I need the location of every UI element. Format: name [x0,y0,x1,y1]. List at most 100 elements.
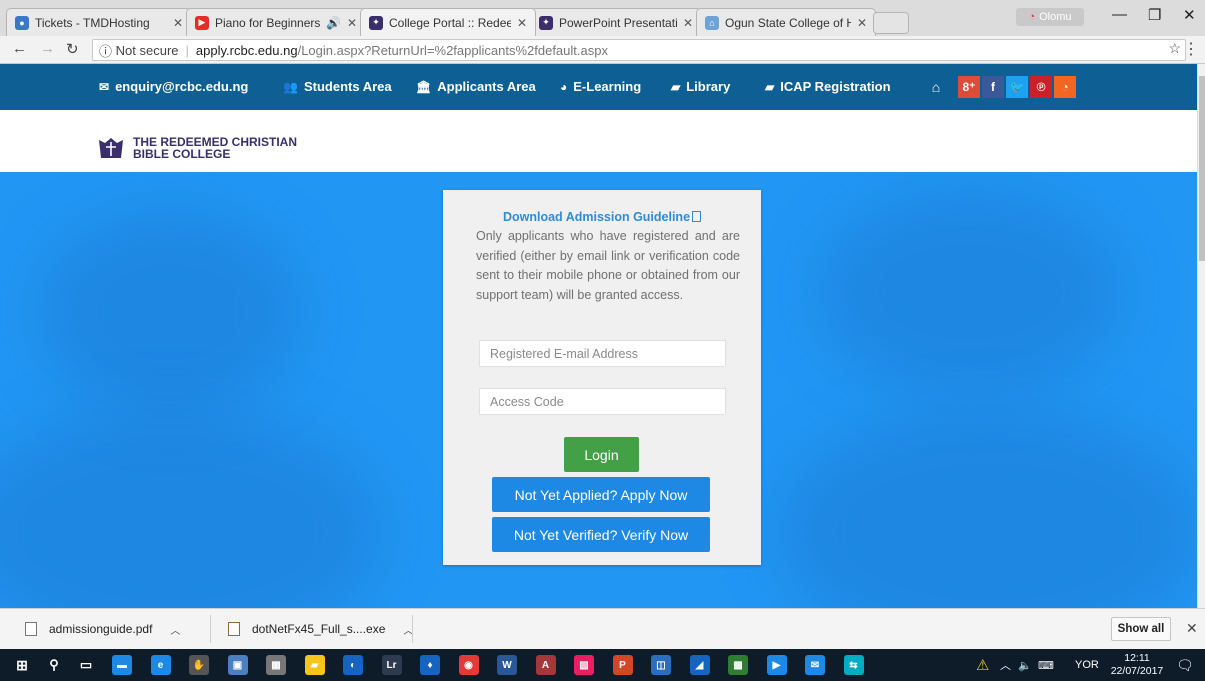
tab-label: PowerPoint Presentation [559,15,677,30]
address-toolbar: ← → ↻ ⓘ Not secure | apply.rcbc.edu.ng /… [0,36,1205,64]
language-indicator[interactable]: YOR [1075,649,1099,681]
close-tab-icon[interactable]: ✕ [517,16,527,30]
touch-icon[interactable]: ✋ [189,655,209,675]
download-item-pdf[interactable]: admissionguide.pdf ︿ [25,609,180,649]
users-icon: 👥 [283,79,298,94]
warning-icon[interactable]: ⚠ [976,649,989,681]
tab-tickets[interactable]: ● Tickets - TMDHosting ✕ [6,8,192,36]
close-tab-icon[interactable]: ✕ [683,16,693,30]
url-bar[interactable]: ⓘ Not secure | apply.rcbc.edu.ng /Login.… [92,39,1186,61]
search-icon[interactable]: ⚲ [44,655,64,675]
calculator-icon[interactable]: ▦ [266,655,286,675]
tab-label: Piano for Beginners, L [215,15,320,30]
restore-icon[interactable]: ❐ [1148,6,1161,24]
bookmark-star-icon[interactable]: ☆ [1168,40,1181,57]
college-favicon-icon: ✦ [539,15,553,30]
mail-icon[interactable]: ✉ [805,655,825,675]
powerpoint-icon[interactable]: P [612,655,633,675]
tab-label: Tickets - TMDHosting [35,15,150,30]
chrome-menu-icon[interactable]: ⋮ [1183,39,1199,59]
nav-label: E-Learning [573,79,642,94]
app-icon[interactable]: ▩ [728,655,748,675]
globe-icon: ◕ [560,79,568,94]
college-logo-icon[interactable] [98,136,124,160]
lightroom-icon[interactable]: Lr [381,655,402,675]
new-tab-button[interactable] [873,12,909,34]
page-scrollbar[interactable] [1197,64,1205,608]
login-button[interactable]: Login [564,437,639,472]
home-icon[interactable]: ⌂ [925,76,947,98]
info-icon[interactable]: ⓘ [99,41,112,60]
minimize-icon[interactable]: — [1112,6,1127,23]
media-icon[interactable]: ▶ [766,655,787,675]
twitter-icon[interactable]: 🐦 [1006,76,1028,98]
outlook-icon[interactable]: ◫ [651,655,671,675]
app-icon[interactable]: ▧ [574,655,594,675]
close-shelf-icon[interactable]: ✕ [1186,620,1198,637]
file-explorer-icon[interactable]: ▬ [112,655,132,675]
nav-e-learning[interactable]: ◕ E-Learning [560,79,641,94]
download-guideline-link[interactable]: Download Admission Guideline [443,210,761,224]
nav-icap-registration[interactable]: ▰ ICAP Registration [765,79,891,94]
tab-piano[interactable]: ▶ Piano for Beginners, L 🔊 ✕ [186,8,366,36]
download-filename: admissionguide.pdf [49,622,153,636]
reload-icon[interactable]: ↻ [66,40,79,58]
edge-icon[interactable]: e [150,655,171,675]
download-item-exe[interactable]: dotNetFx45_Full_s....exe ︿ [228,609,413,649]
audio-icon[interactable]: 🔊 [326,16,341,30]
app-icon[interactable]: ◐ [343,655,363,675]
apply-now-button[interactable]: Not Yet Applied? Apply Now [492,477,710,512]
app-icon[interactable]: ♦ [420,655,440,675]
forward-arrow-icon[interactable]: → [40,40,55,57]
chevron-up-icon[interactable]: ︿ [1000,649,1011,681]
chevron-up-icon[interactable]: ︿ [170,622,180,637]
windows-taskbar: ⊞ ⚲ ▭ ▬ e ✋ ▣ ▦ ▰ ◐ Lr ♦ ◉ W A ▧ P ◫ ◢ ▩ ▶ ✉ ⇆ ⚠ ︿ 🔈 ⌨ YOR … [0,649,1205,681]
nav-label: ICAP Registration [780,79,891,94]
chrome-icon[interactable]: ◉ [458,655,479,675]
facebook-icon[interactable]: f [982,76,1004,98]
google-plus-icon[interactable]: 8⁺ [958,76,980,98]
show-all-button[interactable]: Show all [1111,617,1171,641]
word-icon[interactable]: W [497,655,517,675]
download-filename: dotNetFx45_Full_s....exe [252,622,386,636]
site-top-nav: ✉ enquiry@rcbc.edu.ng 👥 Students Area 🏛 … [0,64,1197,110]
verify-now-button[interactable]: Not Yet Verified? Verify Now [492,517,710,552]
sticky-notes-icon[interactable]: ▰ [304,655,325,675]
nav-applicants-area[interactable]: 🏛 Applicants Area [416,79,536,94]
tab-ogun-state[interactable]: ⌂ Ogun State College of H ✕ [696,8,876,36]
nav-students-area[interactable]: 👥 Students Area [283,79,392,94]
keyboard-icon[interactable]: ⌨ [1038,649,1054,681]
back-arrow-icon[interactable]: ← [12,40,27,57]
pdf-icon [692,211,702,222]
scrollbar-thumb[interactable] [1199,76,1205,261]
email-field[interactable] [479,340,726,367]
access-icon[interactable]: A [535,655,556,675]
institution-icon: 🏛 [416,79,432,94]
volume-icon[interactable]: 🔈 [1018,649,1032,681]
app-icon[interactable]: ⇆ [843,655,864,675]
app-icon[interactable]: ◢ [689,655,710,675]
profile-button[interactable]: ◔ Olomu [1016,8,1084,26]
tab-powerpoint[interactable]: ✦ PowerPoint Presentation ✕ [530,8,702,36]
close-tab-icon[interactable]: ✕ [347,16,357,30]
app-icon[interactable]: ▣ [227,655,248,675]
windows-start-icon[interactable]: ⊞ [12,655,32,675]
notification-icon[interactable]: 🗨 [1176,649,1194,681]
close-tab-icon[interactable]: ✕ [173,16,183,30]
task-view-icon[interactable]: ▭ [76,655,96,675]
security-label: Not secure [115,42,179,58]
tab-college-portal[interactable]: ✦ College Portal :: Redeem ✕ [360,8,536,36]
college-logo-text[interactable]: THE REDEEMED CHRISTIAN BIBLE COLLEGE [133,136,297,160]
envelope-icon: ✉ [99,79,110,94]
close-window-icon[interactable]: ✕ [1183,6,1196,24]
rss-icon[interactable]: ◔ [1054,76,1076,98]
email-link[interactable]: ✉ enquiry@rcbc.edu.ng [99,79,248,94]
access-code-field[interactable] [479,388,726,415]
close-tab-icon[interactable]: ✕ [857,16,867,30]
profile-icon: ◔ [1028,11,1036,23]
logo-line-2: BIBLE COLLEGE [133,147,231,161]
nav-library[interactable]: ▰ Library [671,79,730,94]
pinterest-icon[interactable]: ℗ [1030,76,1052,98]
system-clock[interactable]: 12:11 22/07/2017 [1108,652,1166,678]
nav-label: Students Area [303,79,392,94]
